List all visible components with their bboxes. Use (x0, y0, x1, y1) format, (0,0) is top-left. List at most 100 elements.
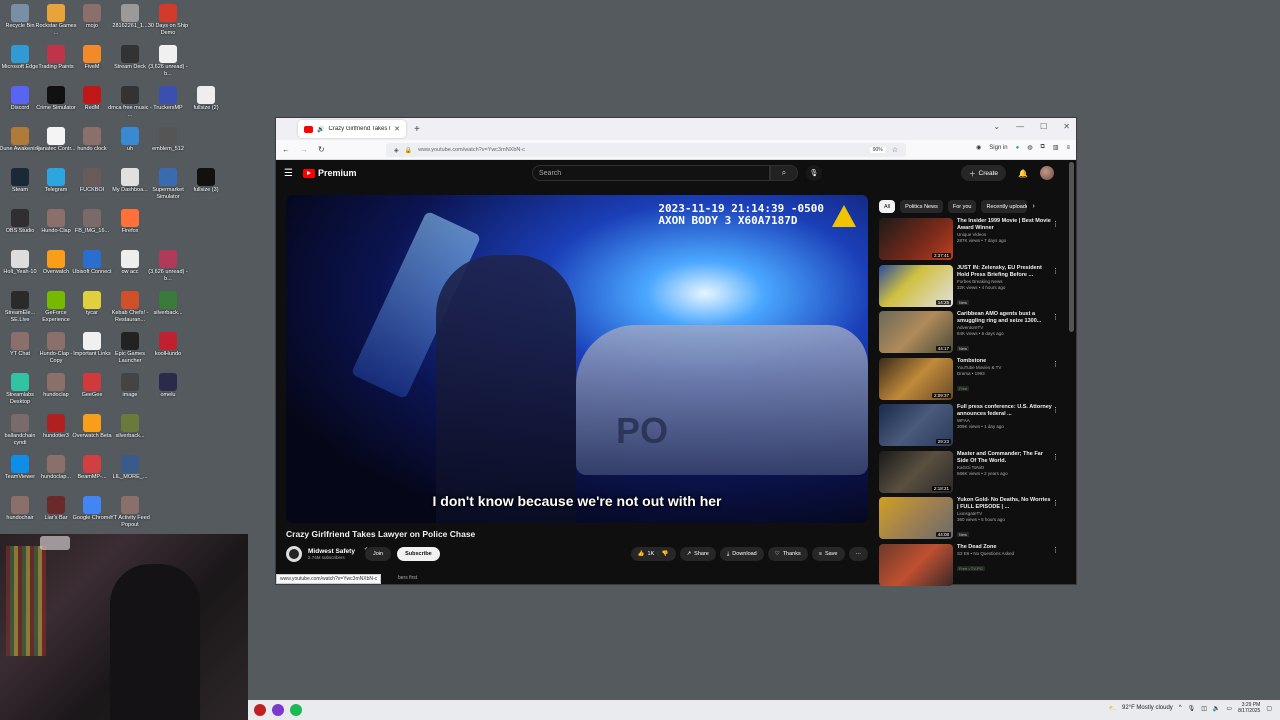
desktop-icon[interactable]: emblem_512 (148, 127, 188, 153)
desktop-icon[interactable]: (3,626 unread) - b... (148, 250, 188, 282)
desktop-icon[interactable]: Overwatch Beta (72, 414, 112, 440)
more-vertical-icon[interactable]: ⋮ (1052, 406, 1059, 414)
rec-title[interactable]: The Dead Zone (957, 544, 1053, 551)
recommendation-item[interactable]: The Dead Zone S3 E6 • No Questions Asked… (879, 543, 1059, 591)
filter-chip[interactable]: Recently uploaded (981, 200, 1028, 213)
desktop-icon[interactable]: silverback... (148, 291, 188, 317)
desktop-icon[interactable]: YT Activity Feed Popout (110, 496, 150, 528)
rec-title[interactable]: Master and Commander; The Far Side Of Th… (957, 451, 1053, 465)
account-icon[interactable]: ◉ (976, 144, 981, 151)
rec-thumbnail[interactable]: 2:37:41 (879, 218, 953, 260)
desktop-icon[interactable]: Important Links (72, 332, 112, 358)
channel-avatar[interactable] (286, 546, 302, 562)
speaker-icon[interactable]: 🔊 (317, 126, 324, 133)
maximize-button[interactable]: ☐ (1040, 122, 1047, 131)
close-tab-icon[interactable]: ✕ (394, 125, 400, 133)
extension-green-icon[interactable]: ● (1016, 145, 1020, 151)
recommendation-item[interactable]: 14:25 JUST IN: Zelensky, EU President Ho… (879, 264, 1059, 312)
rec-title[interactable]: Yukon Gold- No Deaths, No Worries | FULL… (957, 497, 1053, 511)
subscribe-button[interactable]: Subscribe (397, 547, 440, 561)
desktop-icon[interactable]: BeamMP-... (72, 455, 112, 481)
tab-list-icon[interactable]: ⌄ (993, 122, 1000, 131)
rec-title[interactable]: The Insider 1999 Movie | Best Movie Awar… (957, 218, 1053, 232)
desktop-icon[interactable]: tycar (72, 291, 112, 317)
recommendation-item[interactable]: 2:37:41 The Insider 1999 Movie | Best Mo… (879, 218, 1059, 265)
more-vertical-icon[interactable]: ⋮ (1052, 360, 1059, 368)
desktop-icon[interactable]: image (110, 373, 150, 399)
desktop-icon[interactable]: uh (110, 127, 150, 153)
more-vertical-icon[interactable]: ⋮ (1052, 453, 1059, 461)
rec-title[interactable]: Full press conference: U.S. Attorney ann… (957, 404, 1053, 418)
recommendation-item[interactable]: 29:23 Full press conference: U.S. Attorn… (879, 404, 1059, 451)
desktop-icon[interactable]: TruckersMP (148, 86, 188, 112)
taskbar-app-obs-icon[interactable] (254, 704, 266, 716)
desktop-icon[interactable]: 28162261_1... (110, 4, 150, 30)
desktop-icon[interactable]: fullsize (3) (186, 168, 226, 194)
reload-icon[interactable]: ↻ (318, 145, 325, 154)
more-actions-button[interactable]: ⋯ (848, 547, 868, 561)
rec-thumbnail[interactable] (879, 543, 953, 586)
hamburger-menu-icon[interactable]: ☰ (284, 168, 293, 179)
rec-channel[interactable]: S3 E6 • No Questions Asked (957, 551, 1053, 557)
sidebar-icon[interactable]: ▥ (1053, 144, 1059, 151)
notification-center-icon[interactable]: ▢ (1266, 705, 1272, 712)
extension-icon[interactable]: ◍ (1027, 144, 1032, 151)
desktop-icon[interactable]: ballandchain cyndi (0, 414, 40, 446)
desktop-icon[interactable]: Kebab Chefs! - Restauran... (110, 291, 150, 323)
minimize-button[interactable]: — (1016, 122, 1024, 131)
scrollbar-thumb[interactable] (1069, 162, 1074, 332)
more-vertical-icon[interactable]: ⋮ (1052, 267, 1059, 275)
battery-icon[interactable]: ▭ (1226, 705, 1232, 712)
page-scrollbar[interactable] (1069, 162, 1074, 582)
back-icon[interactable]: ← (282, 145, 290, 154)
desktop-icon[interactable]: RedM (72, 86, 112, 112)
share-button[interactable]: ↗ Share (679, 547, 716, 561)
bookmark-star-icon[interactable]: ☆ (892, 146, 898, 154)
lock-icon[interactable]: 🔒 (405, 147, 412, 154)
desktop-icon[interactable]: GeeGee (72, 373, 112, 399)
desktop-icon[interactable]: FiveM (72, 45, 112, 71)
volume-icon[interactable]: 🔈 (1213, 705, 1220, 712)
recommendation-item[interactable]: 44:17 Caribbean AMO agents bust a smuggl… (879, 311, 1059, 358)
forward-icon[interactable]: → (300, 145, 308, 154)
zoom-level[interactable]: 90% (869, 147, 886, 153)
filter-chip[interactable]: All (879, 200, 896, 213)
tray-chevron-icon[interactable]: ^ (1179, 705, 1182, 711)
save-button[interactable]: ≡ Save (811, 547, 845, 561)
desktop-icon[interactable]: hundo clock (72, 127, 112, 153)
notifications-bell-icon[interactable]: 🔔 (1018, 169, 1028, 178)
close-window-button[interactable]: ✕ (1063, 122, 1070, 131)
desktop-icon[interactable]: silverback... (110, 414, 150, 440)
desktop-icon[interactable]: Ubisoft Connect (72, 250, 112, 276)
filter-chip[interactable]: For you (947, 200, 977, 213)
rec-title[interactable]: JUST IN: Zelensky, EU President Hold Pre… (957, 265, 1053, 279)
chips-next-icon[interactable]: › (1032, 203, 1034, 210)
weather-text[interactable]: 92°F Mostly cloudy (1122, 705, 1173, 711)
desktop-icon[interactable]: Streamlabs Desktop (0, 373, 40, 405)
desktop-icon[interactable]: fullsize (2) (186, 86, 226, 112)
desktop-icon[interactable]: (3,626 unread) - b... (148, 45, 188, 77)
recommendation-item[interactable]: 44:08 Yukon Gold- No Deaths, No Worries … (879, 497, 1059, 544)
desktop-icon[interactable]: ow acc (110, 250, 150, 276)
sign-in-link[interactable]: Sign in (989, 145, 1007, 151)
desktop-icon[interactable]: Stream Deck (110, 45, 150, 71)
tray-mic-icon[interactable]: 🎙 (1188, 705, 1196, 712)
user-avatar[interactable] (1040, 166, 1054, 180)
rec-thumbnail[interactable]: 44:17 (879, 311, 953, 353)
rec-thumbnail[interactable]: 2:18:21 (879, 450, 953, 493)
desktop-icon[interactable]: 30 Days on Ship Demo (148, 4, 188, 36)
desktop-icon[interactable]: Google Chrome (72, 496, 112, 522)
clock[interactable]: 3:29 PM 8/17/2025 (1238, 702, 1260, 714)
search-input[interactable]: Search (532, 165, 770, 181)
rec-thumbnail[interactable]: 44:08 (879, 497, 953, 539)
taskbar-app-firefox-icon[interactable] (272, 704, 284, 716)
recommendation-item[interactable]: 2:18:21 Master and Commander; The Far Si… (879, 450, 1059, 498)
desktop-icon[interactable]: Hundo-Clap - Copy (36, 332, 76, 364)
rec-thumbnail[interactable]: 14:25 (879, 264, 953, 307)
youtube-logo[interactable]: Premium (302, 168, 356, 178)
desktop-icon[interactable]: LIL_MORE_... (110, 455, 150, 481)
download-button[interactable]: ⤓ Download (719, 547, 764, 561)
network-icon[interactable]: ◫ (1201, 705, 1207, 712)
thanks-button[interactable]: ♡ Thanks (767, 547, 808, 561)
search-button[interactable]: ⌕ (770, 165, 798, 181)
